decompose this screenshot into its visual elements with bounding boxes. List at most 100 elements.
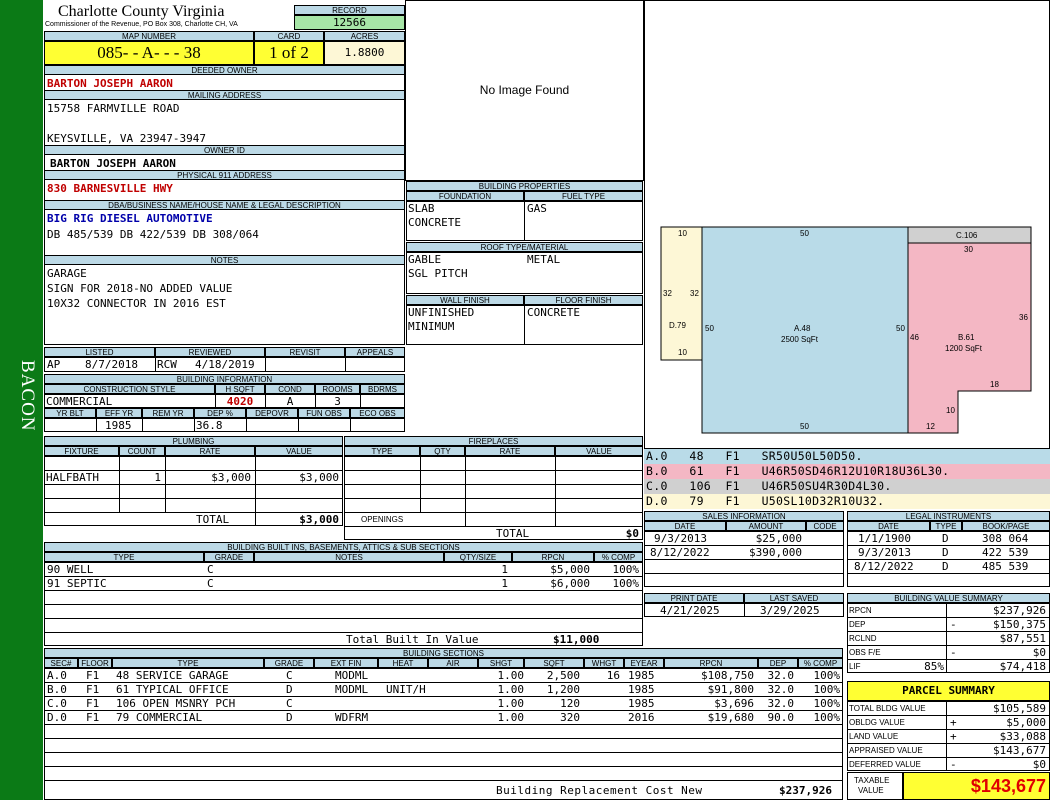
reviewed-date: 4/18/2019	[195, 358, 255, 371]
sketch-a-label: A.48	[794, 324, 811, 333]
section-cell-grade: C	[286, 669, 293, 682]
reviewed-by: RCW	[157, 358, 177, 371]
sections-col-header: GRADE	[264, 658, 314, 668]
parcel-key: DEFERRED VALUE	[849, 760, 921, 769]
section-cell-rpcn: $91,800	[707, 683, 754, 696]
acres-header: ACRES	[324, 31, 405, 41]
plumbing-header: PLUMBING	[44, 436, 343, 446]
bi-type: 91 SEPTIC	[47, 577, 107, 590]
bvs-value: $150,375	[993, 618, 1046, 631]
section-cell-type: 48 SERVICE GARAGE	[116, 669, 229, 682]
bi-notes-header: NOTES	[254, 552, 444, 562]
legal-book: 422 539	[982, 546, 1029, 559]
depovr-header: DEPOVR	[246, 408, 298, 418]
section-cell-grade: D	[286, 683, 293, 696]
floor-finish: CONCRETE	[527, 306, 580, 319]
section-cell-whgt: 16	[606, 669, 620, 682]
section-cell-comp: 100%	[813, 669, 841, 682]
map-header: MAP NUMBER	[44, 31, 254, 41]
sale-amount: $25,000	[755, 532, 802, 545]
section-cell-floor: F1	[86, 683, 100, 696]
divider	[44, 604, 643, 605]
legend-text: C.0 106 F1 U46R50SU4R30D4L30.	[646, 479, 892, 493]
sketch-c-label: C.106	[956, 231, 978, 240]
section-cell-shgt: 1.00	[497, 711, 525, 724]
sections-col-header: SHGT	[478, 658, 524, 668]
section-cell-ext: WDFRM	[335, 711, 369, 724]
props-header: BUILDING PROPERTIES	[406, 181, 643, 191]
legal-date: 8/12/2022	[854, 560, 914, 573]
divider	[44, 738, 843, 739]
commissioner-line: Commissioner of the Revenue, PO Box 308,…	[45, 21, 238, 28]
legend-text: A.0 48 F1 SR50U50L50D50.	[646, 449, 863, 463]
sections-col-header: DEP	[758, 658, 798, 668]
ownerid-header: OWNER ID	[44, 145, 405, 155]
rooms-value: 3	[334, 395, 341, 408]
sketch-dim: 46	[910, 333, 919, 342]
divider	[194, 418, 195, 432]
fp-value-header: VALUE	[555, 446, 643, 456]
parcel-key: TOTAL BLDG VALUE	[849, 704, 926, 713]
divider	[344, 498, 643, 499]
divider	[142, 418, 143, 432]
section-cell-ext: MODML	[335, 669, 369, 682]
legend-row: B.0 61 F1 U46R50SD46R12U10R18U36L30.	[644, 464, 1050, 479]
divider	[524, 201, 525, 241]
parcel-summary-header: PARCEL SUMMARY	[847, 681, 1050, 701]
divider	[644, 573, 844, 574]
cons-style: COMMERCIAL	[46, 395, 113, 408]
bvs-key: DEP	[849, 620, 866, 629]
fuel-header: FUEL TYPE	[524, 191, 643, 201]
taxable-value: $143,677	[903, 772, 1050, 800]
section-cell-grade: D	[286, 711, 293, 724]
last-saved-header: LAST SAVED	[744, 593, 844, 603]
bvs-value: $87,551	[999, 632, 1046, 645]
count-header: COUNT	[119, 446, 165, 456]
sections-col-header: SQFT	[524, 658, 584, 668]
note-line: SIGN FOR 2018-NO ADDED VALUE	[47, 282, 233, 295]
sketch-dim: 10	[946, 406, 955, 415]
plumbing-value: $3,000	[299, 471, 339, 484]
funobs-header: FUN OBS	[298, 408, 350, 418]
section-cell-sec: B.0	[47, 683, 67, 696]
bvs-key: RPCN	[849, 606, 872, 615]
sections-total: $237,926	[779, 784, 832, 797]
sections-col-header: EYEAR	[624, 658, 664, 668]
sale-date: 9/3/2013	[654, 532, 707, 545]
note-line: GARAGE	[47, 267, 87, 280]
divider	[644, 559, 844, 560]
section-cell-dep: 32.0	[767, 669, 795, 682]
sales-amount-header: AMOUNT	[726, 521, 806, 531]
sketch-b-area: 1200 SqFt	[945, 344, 982, 353]
fixture-header: FIXTURE	[44, 446, 119, 456]
sections-col-header: RPCN	[664, 658, 758, 668]
print-date: 4/21/2025	[660, 604, 720, 617]
hsqft-header: H SQFT	[215, 384, 265, 394]
sections-col-header: AIR	[428, 658, 478, 668]
floor-header: FLOOR FINISH	[524, 295, 643, 305]
sketch-dim: 10	[678, 229, 687, 238]
sections-col-header: SEC#	[44, 658, 78, 668]
record-value: 12566	[294, 15, 405, 30]
bi-rpcn: $5,000	[550, 563, 590, 576]
legend-row: A.0 48 F1 SR50U50L50D50.	[644, 449, 1050, 464]
section-cell-shgt: 1.00	[497, 683, 525, 696]
section-cell-eyear: 1985	[628, 683, 655, 696]
sections-col-header: EXT FIN	[314, 658, 378, 668]
builtins-header: BUILDING BUILT INS, BASEMENTS, ATTICS & …	[44, 542, 643, 552]
parcel-key: APPRAISED VALUE	[849, 746, 923, 755]
effyr-value: 1985	[105, 419, 132, 432]
bi-rpcn-header: RPCN	[512, 552, 594, 562]
divider	[44, 484, 343, 485]
legal-type-header: TYPE	[930, 521, 962, 531]
legal-type: D	[942, 546, 949, 559]
fp-total: $0	[625, 527, 639, 540]
section-cell-shgt: 1.00	[497, 669, 525, 682]
sketch-a-area: 2500 SqFt	[781, 335, 818, 344]
sales-header: SALES INFORMATION	[644, 511, 844, 521]
parcel-value: $33,088	[999, 730, 1046, 743]
sketch-dim: 18	[990, 380, 999, 389]
taxable-label: VALUE	[858, 786, 884, 795]
bi-grade: C	[207, 577, 214, 590]
bvs-value: $74,418	[999, 660, 1046, 673]
